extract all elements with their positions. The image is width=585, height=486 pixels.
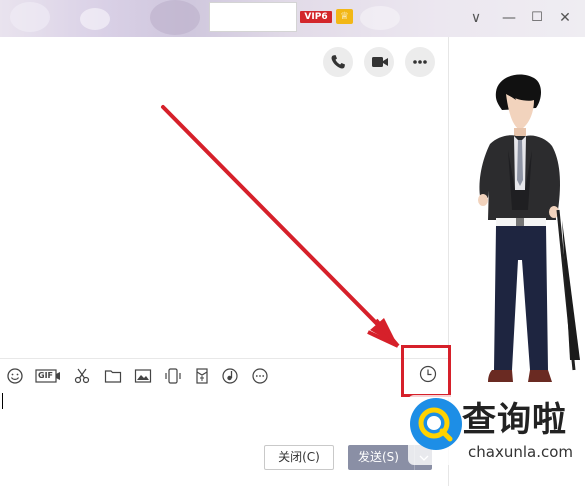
more-tools-icon bbox=[252, 368, 268, 384]
red-packet-icon bbox=[196, 368, 208, 384]
image-button[interactable] bbox=[134, 367, 152, 385]
music-button[interactable] bbox=[221, 367, 239, 385]
file-button[interactable] bbox=[104, 367, 122, 385]
watermark-url: chaxunla.com bbox=[468, 443, 573, 461]
scissors-icon bbox=[74, 368, 90, 384]
message-toolbar: GIF bbox=[0, 358, 448, 393]
folder-icon bbox=[104, 370, 122, 383]
music-icon bbox=[222, 368, 238, 384]
gif-label: GIF bbox=[38, 371, 54, 380]
watermark-logo-icon bbox=[410, 398, 462, 450]
shake-button[interactable] bbox=[164, 367, 182, 385]
text-cursor bbox=[2, 393, 3, 409]
red-packet-button[interactable] bbox=[193, 367, 211, 385]
screenshot-button[interactable] bbox=[73, 367, 91, 385]
gif-button[interactable]: GIF bbox=[35, 367, 61, 385]
emoji-icon bbox=[7, 368, 23, 384]
shake-icon bbox=[165, 368, 181, 384]
image-icon bbox=[134, 369, 152, 383]
annotation-highlight-box bbox=[401, 345, 451, 397]
message-input-area[interactable] bbox=[0, 392, 448, 440]
emoji-button[interactable] bbox=[6, 367, 24, 385]
more-tools-button[interactable] bbox=[251, 367, 269, 385]
close-chat-button[interactable]: 关闭(C) bbox=[264, 445, 334, 470]
watermark-text: 查询啦 bbox=[462, 400, 567, 440]
